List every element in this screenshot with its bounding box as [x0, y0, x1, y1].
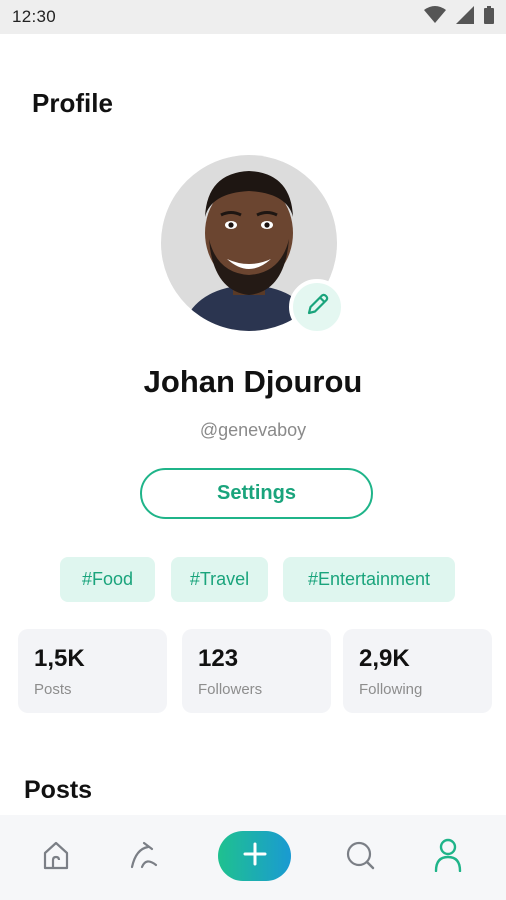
stat-followers[interactable]: 123 Followers [182, 629, 331, 713]
status-icons [424, 5, 494, 29]
user-name: Johan Djourou [143, 364, 363, 399]
settings-button[interactable]: Settings [140, 468, 373, 519]
stat-label: Posts [34, 681, 72, 698]
add-icon [242, 841, 268, 872]
stat-value: 1,5K [34, 645, 85, 672]
posts-section-title: Posts [24, 776, 93, 804]
bottom-nav [0, 815, 506, 900]
search-icon [344, 839, 376, 876]
profile-icon [432, 838, 464, 877]
pencil-icon [303, 291, 331, 324]
nav-explore[interactable] [124, 837, 164, 877]
nav-home[interactable] [36, 837, 76, 877]
tag-food[interactable]: #Food [60, 557, 155, 602]
stat-value: 2,9K [359, 645, 410, 672]
stat-following[interactable]: 2,9K Following [343, 629, 492, 713]
stat-label: Following [359, 681, 423, 698]
tag-entertainment[interactable]: #Entertainment [283, 557, 455, 602]
stat-label: Followers [198, 681, 263, 698]
home-icon [40, 839, 72, 876]
explore-icon [128, 839, 160, 876]
edit-avatar-button[interactable] [289, 279, 345, 335]
add-post-button[interactable] [218, 831, 291, 881]
stat-posts[interactable]: 1,5K Posts [18, 629, 167, 713]
nav-profile[interactable] [428, 837, 468, 877]
status-time: 12:30 [12, 7, 57, 26]
wifi-icon [424, 5, 446, 29]
stat-value: 123 [198, 645, 239, 672]
tag-travel[interactable]: #Travel [171, 557, 268, 602]
signal-icon [456, 5, 474, 29]
page-title: Profile [32, 88, 113, 118]
battery-icon [484, 5, 494, 29]
avatar-container [161, 155, 345, 335]
status-bar: 12:30 [0, 0, 506, 34]
nav-search[interactable] [340, 837, 380, 877]
user-handle: @genevaboy [199, 420, 307, 440]
